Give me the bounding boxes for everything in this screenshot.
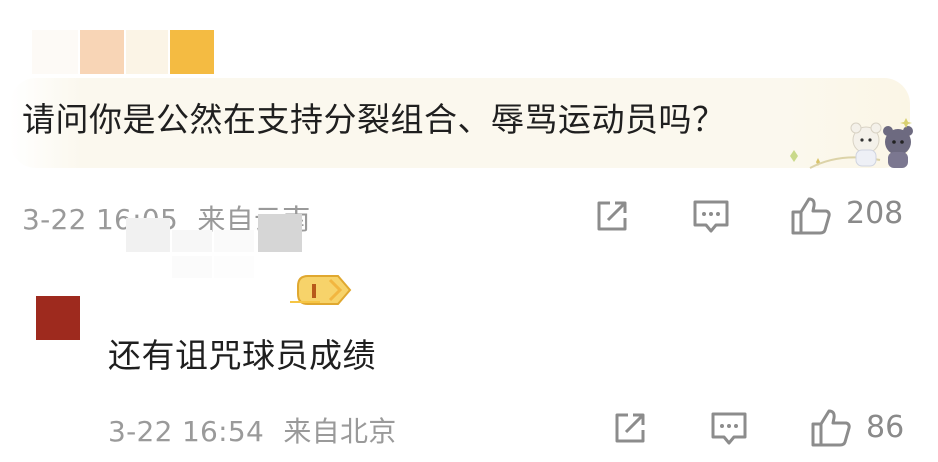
thumb-up-icon[interactable] (790, 196, 832, 236)
share-icon[interactable] (594, 198, 630, 234)
share-icon[interactable] (612, 410, 648, 446)
comment-location: 来自北京 (283, 415, 397, 448)
comment-icon[interactable] (710, 410, 748, 448)
like-count: 208 (846, 196, 904, 231)
level-badge-icon (290, 272, 354, 308)
comment-text: 请问你是公然在支持分裂组合、辱骂运动员吗？ (22, 100, 726, 139)
comment-text: 还有诅咒球员成绩 (108, 336, 376, 375)
comment-icon[interactable] (692, 198, 730, 236)
avatar[interactable] (36, 296, 80, 340)
bear-sticker-icon (780, 112, 920, 172)
thumb-up-icon[interactable] (810, 408, 852, 448)
like-count: 86 (866, 410, 905, 445)
comment-time: 3-22 16:54 (108, 415, 265, 448)
